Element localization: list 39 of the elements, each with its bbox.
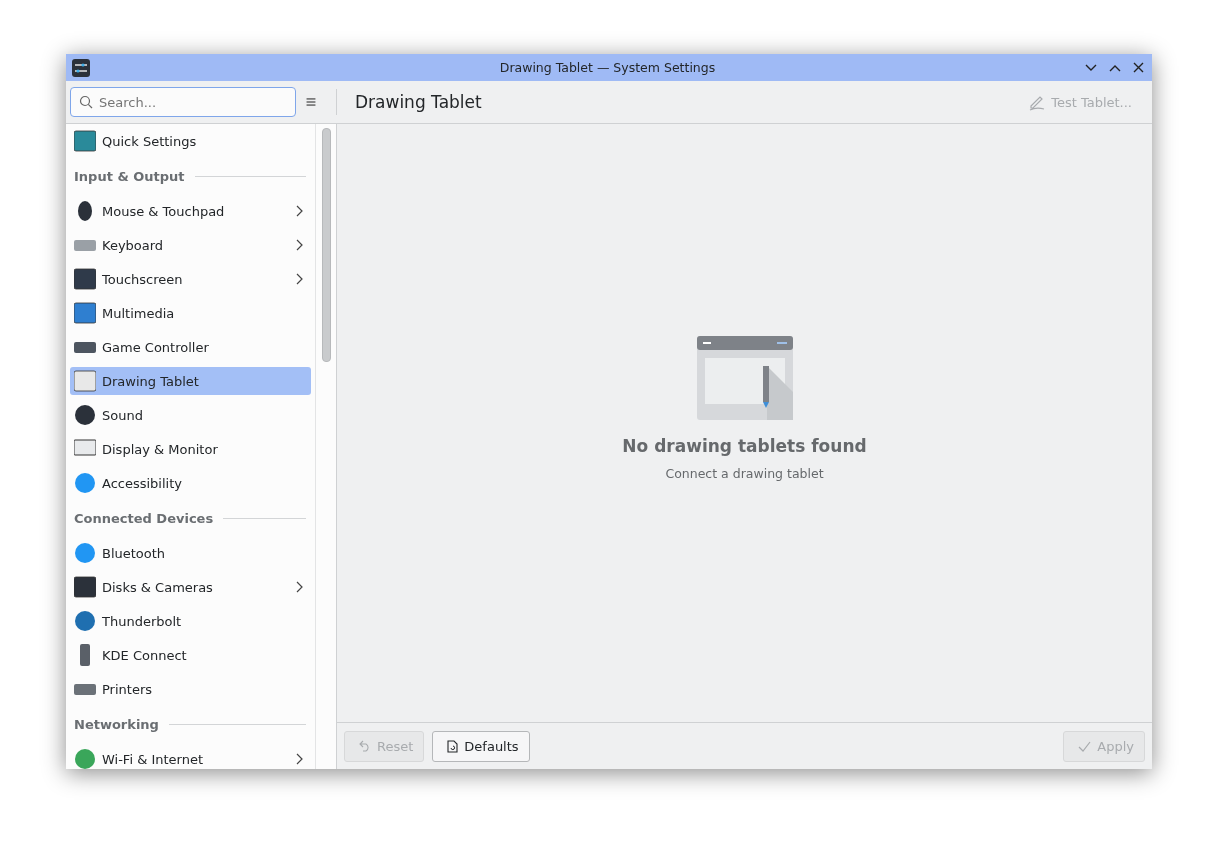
page-title: Drawing Tablet [355,92,482,112]
section-heading: Connected Devices [74,510,214,526]
chevron-right-icon [296,753,304,765]
sidebar-item[interactable]: Printers [70,675,312,703]
chevron-right-icon [296,205,304,217]
section-heading: Input & Output [74,168,185,184]
chevron-right-icon [296,581,304,593]
sidebar-item[interactable]: Quick Settings [70,127,312,155]
sidebar-item[interactable]: Keyboard [70,231,312,259]
sidebar-item[interactable]: Wi-Fi & Internet [70,745,312,769]
window-title: Drawing Tablet — System Settings [498,60,717,75]
sidebar-item[interactable]: Touchscreen [70,265,312,293]
menu-icon[interactable] [306,95,316,109]
sidebar-item[interactable]: Thunderbolt [70,607,312,635]
undo-icon [359,740,371,752]
chevron-right-icon [296,239,304,251]
empty-state-title: No drawing tablets found [622,435,867,456]
search-field[interactable]: Search... [70,87,296,117]
sidebar-item[interactable]: Sound [70,401,312,429]
close-icon[interactable] [1133,62,1144,73]
sidebar-item[interactable]: Mouse & Touchpad [70,197,312,225]
minimize-icon[interactable] [1085,63,1097,72]
search-icon [79,95,93,109]
empty-state-subtitle: Connect a drawing tablet [665,465,824,481]
document-icon [447,739,459,753]
checkmark-icon [1078,740,1092,752]
sidebar-item[interactable]: KDE Connect [70,641,312,669]
defaults-button[interactable]: Defaults [432,730,530,762]
sidebar-item[interactable]: Game Controller [70,333,312,361]
sidebar-item[interactable]: Multimedia [70,299,312,327]
chevron-right-icon [296,273,304,285]
maximize-icon[interactable] [1109,63,1121,72]
section-heading: Networking [74,716,159,732]
sidebar-item[interactable]: Disks & Cameras [70,573,312,601]
sidebar-item[interactable]: Display & Monitor [70,435,312,463]
sidebar-item[interactable]: Drawing Tablet [70,367,312,395]
sidebar-item[interactable]: Accessibility [70,469,312,497]
scrollbar-thumb[interactable] [321,128,331,362]
sidebar-item[interactable]: Bluetooth [70,539,312,567]
